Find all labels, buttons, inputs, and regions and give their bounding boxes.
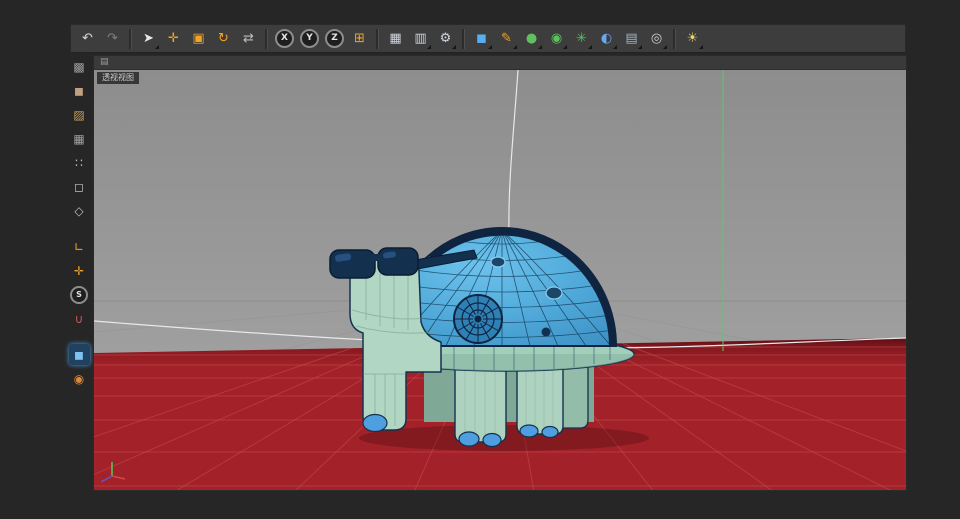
live-selection-button[interactable]: ➤ [137,27,160,50]
magnet-button[interactable]: ∪ [69,308,90,329]
scale-icon: ▣ [192,32,204,45]
render-view-button[interactable]: ▦ [384,27,407,50]
turtle-toe [542,427,558,438]
live-selection-icon: ➤ [143,32,154,45]
redo-icon: ↷ [107,32,118,45]
model-mode-button[interactable]: ◼ [69,80,90,101]
toolbar-divider [462,29,465,49]
coord-system-button[interactable]: ⊞ [348,27,371,50]
add-cube-button[interactable]: ◼ [470,27,493,50]
render-view-icon: ▦ [389,32,401,45]
deformer-icon: ◉ [551,32,562,45]
highlight-cube-icon: ◼ [74,349,84,361]
turtle-toe [459,432,479,446]
subdivision-surface-button[interactable]: ● [520,27,543,50]
wireframe-sphere-icon: ◉ [74,373,84,385]
make-editable-icon: ▩ [73,61,84,73]
undo-icon: ↶ [82,32,93,45]
edges-mode-button[interactable]: ◻ [69,176,90,197]
render-picture-viewer-button[interactable]: ▥ [409,27,432,50]
viewport-canvas[interactable]: 透视视图 [94,70,906,490]
coord-system-icon: ⊞ [354,32,365,45]
spline-pen-icon: ✎ [501,32,512,45]
workplane-mode-button[interactable]: ▦ [69,128,90,149]
last-tool-icon: ⇄ [243,32,254,45]
generator-icon: ✳ [576,32,587,45]
convert-object-button[interactable]: ▩ [69,56,90,77]
camera-icon: ◎ [651,32,662,45]
snap-button[interactable]: S [69,284,90,305]
redo-button[interactable]: ↷ [101,27,124,50]
turtle-leg-middle [455,360,506,447]
render-settings-button[interactable]: ⚙ [434,27,457,50]
texture-mode-icon: ▨ [73,109,84,121]
axis-icon: ∟ [74,241,84,253]
subdivision-surface-icon: ● [526,32,537,45]
rotate-icon: ↻ [218,32,229,45]
lock-x-button[interactable]: X [273,27,296,50]
toolbar-divider [265,29,268,49]
last-tool-button[interactable]: ⇄ [237,27,260,50]
axis-lock-icon: ✛ [74,265,84,277]
texture-mode-button[interactable]: ▨ [69,104,90,125]
sunglasses-bridge [370,254,382,261]
move-icon: ✛ [168,32,179,45]
undo-button[interactable]: ↶ [76,27,99,50]
cube-primitive-icon: ◼ [476,32,487,45]
render-picture-icon: ▥ [414,32,426,45]
active-mode-button[interactable]: ◼ [69,344,90,365]
toolbar-divider [129,29,132,49]
toolbar-divider [673,29,676,49]
sunglasses-lens [378,248,418,275]
enable-axis-button[interactable]: ∟ [69,236,90,257]
magnet-icon: ∪ [75,313,84,325]
x-axis-icon: X [275,29,294,48]
turtle-toe [520,425,538,437]
viewport-menubar: ▤ [94,56,906,70]
rotate-tool-button[interactable]: ↻ [212,27,235,50]
light-button[interactable]: ☀ [681,27,704,50]
lock-z-button[interactable]: Z [323,27,346,50]
scale-tool-button[interactable]: ▣ [187,27,210,50]
shell-spot [491,257,505,267]
camera-button[interactable]: ◎ [645,27,668,50]
viewport-panel: ▤ 透视视图 [94,56,906,490]
polygons-mode-icon: ◇ [74,205,83,217]
app-window: ↶ ↷ ➤ ✛ ▣ ↻ ⇄ X Y Z ⊞ ▦ [0,0,960,519]
snap-icon: S [70,286,88,304]
floor-icon: ▤ [625,32,637,45]
environment-icon: ◐ [601,32,612,45]
y-axis-icon: Y [300,29,319,48]
turtle-toe [483,434,501,447]
scene-3d[interactable] [94,70,906,490]
axis-tool-button[interactable]: ✛ [69,260,90,281]
wireframe-sphere-button[interactable]: ◉ [69,368,90,389]
toolbar-divider [376,29,379,49]
environment-button[interactable]: ◐ [595,27,618,50]
lock-y-button[interactable]: Y [298,27,321,50]
sunglasses-lens [330,250,375,278]
points-mode-button[interactable]: ∷ [69,152,90,173]
move-tool-button[interactable]: ✛ [162,27,185,50]
z-axis-icon: Z [325,29,344,48]
spline-pen-button[interactable]: ✎ [495,27,518,50]
viewport-label[interactable]: 透视视图 [97,72,139,84]
model-mode-icon: ◼ [74,85,84,97]
render-settings-icon: ⚙ [440,32,452,45]
floor-button[interactable]: ▤ [620,27,643,50]
shell-circle-pattern [454,295,502,343]
workplane-icon: ▦ [73,133,84,145]
deformer-button[interactable]: ◉ [545,27,568,50]
turtle-toe [363,415,387,432]
points-mode-icon: ∷ [75,157,83,169]
viewport-menu-icon[interactable]: ▤ [100,58,109,67]
shell-dot [542,328,551,337]
edges-mode-icon: ◻ [74,181,84,193]
shell-spot [546,287,562,299]
generator-button[interactable]: ✳ [570,27,593,50]
main-toolbar: ↶ ↷ ➤ ✛ ▣ ↻ ⇄ X Y Z ⊞ ▦ [70,24,906,53]
light-icon: ☀ [687,32,699,45]
mode-toolbar: ▩ ◼ ▨ ▦ ∷ ◻ ◇ ∟ ✛ S ∪ ◼ [66,56,92,456]
polygons-mode-button[interactable]: ◇ [69,200,90,221]
